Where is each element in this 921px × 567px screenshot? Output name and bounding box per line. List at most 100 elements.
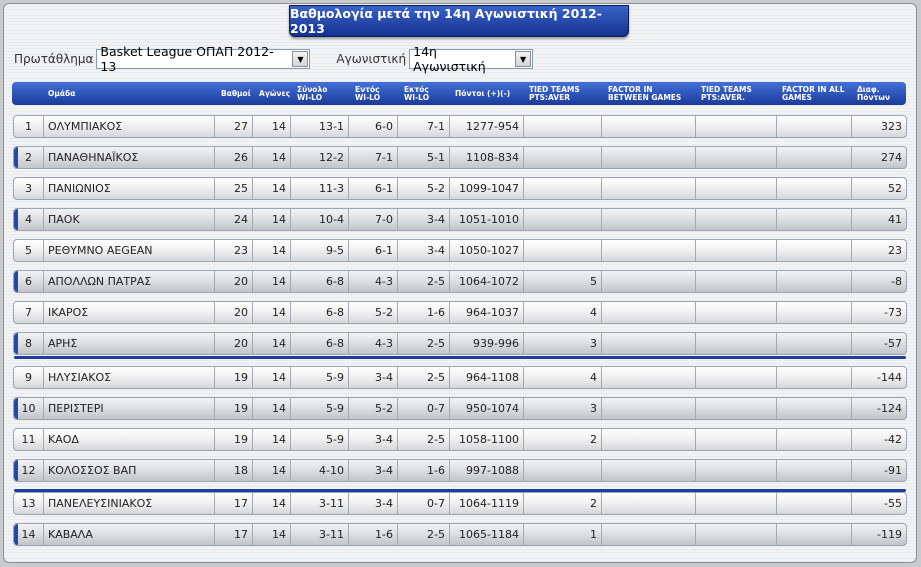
cell-away: 1-6: [398, 302, 450, 323]
col-points: Βαθμοί: [221, 88, 251, 98]
table-row: 10 ΠΕΡΙΣΤΕΡΙ 19 14 5-9 5-2 0-7 950-1074 3 -124: [13, 397, 907, 420]
cell-diff: 274: [881, 151, 902, 164]
cell-empty: [602, 333, 696, 354]
round-label: Αγωνιστική: [336, 52, 407, 66]
cell-empty: [696, 178, 777, 199]
cell-away: 2-5: [398, 429, 450, 450]
cell-tied: 4: [524, 302, 602, 323]
cell-points: 27: [215, 116, 253, 137]
cell-points: 24: [215, 209, 253, 230]
cell-team: ΠΑΟΚ: [44, 209, 215, 230]
cell-total: 3-11: [291, 493, 349, 514]
cell-points: 26: [215, 147, 253, 168]
cell-pos: 3: [14, 178, 44, 199]
cell-empty: [602, 302, 696, 323]
cell-total: 10-4: [291, 209, 349, 230]
col-diff: Διαφ. Πόντων: [857, 84, 890, 102]
cell-tied: 2: [524, 429, 602, 450]
table-row: 6 ΑΠΟΛΛΩΝ ΠΑΤΡΑΣ 20 14 6-8 4-3 2-5 1064-1072 5 -8: [13, 270, 907, 293]
table-row: 14 ΚΑΒΑΛΑ 17 14 3-11 1-6 2-5 1065-1184 1 -119: [13, 523, 907, 546]
cell-home: 4-3: [349, 333, 398, 354]
league-select-value: Basket League ΟΠΑΠ 2012-13: [100, 44, 274, 74]
chevron-down-icon[interactable]: ▼: [515, 51, 532, 67]
cell-scores: 1065-1184: [450, 524, 524, 545]
cell-total: 5-9: [291, 398, 349, 419]
table-row: 7 ΙΚΑΡΟΣ 20 14 6-8 5-2 1-6 964-1037 4 -73: [13, 301, 907, 324]
col-scores: Πόντοι (+)(-): [455, 88, 511, 98]
cell-tied: 5: [524, 271, 602, 292]
cell-home: 7-1: [349, 147, 398, 168]
cell-games: 14: [253, 524, 291, 545]
cell-points: 17: [215, 493, 253, 514]
cell-home: 6-1: [349, 178, 398, 199]
col-away: Εκτός WI-LO: [404, 84, 430, 102]
cell-tied: [524, 209, 602, 230]
cell-pos: 8: [14, 333, 44, 354]
cell-team: ΙΚΑΡΟΣ: [44, 302, 215, 323]
cell-scores: 964-1108: [450, 367, 524, 388]
cell-total: 4-10: [291, 460, 349, 481]
cell-points: 19: [215, 367, 253, 388]
cell-scores: 950-1074: [450, 398, 524, 419]
cell-total: 6-8: [291, 302, 349, 323]
table-row: 13 ΠΑΝΕΛΕΥΣΙΝΙΑΚΟΣ 17 14 3-11 3-4 0-7 1064-1119…: [13, 489, 907, 515]
cell-diff: 323: [881, 120, 902, 133]
cell-tied: 1: [524, 524, 602, 545]
round-select[interactable]: 14η Αγωνιστική ▼: [409, 44, 534, 74]
cell-pos: 10: [14, 398, 44, 419]
page-title: Βαθμολογία μετά την 14η Αγωνιστική 2012-…: [289, 5, 629, 37]
cell-games: 14: [253, 209, 291, 230]
cell-diff: -42: [884, 433, 902, 446]
table-row: 3 ΠΑΝΙΩΝΙΟΣ 25 14 11-3 6-1 5-2 1099-1047 52: [13, 177, 907, 200]
cell-points: 19: [215, 429, 253, 450]
col-games: Αγώνες: [259, 88, 291, 98]
cell-diff: -73: [884, 306, 902, 319]
cell-empty: [777, 524, 852, 545]
league-select[interactable]: Basket League ΟΠΑΠ 2012-13 ▼: [96, 44, 311, 74]
col-factor-between: FACTOR IN BETWEEN GAMES: [608, 84, 682, 102]
cell-team: ΗΛΥΣΙΑΚΟΣ: [44, 367, 215, 388]
cell-empty: [602, 460, 696, 481]
cell-empty: [696, 240, 777, 261]
cell-diff: -8: [891, 275, 902, 288]
col-home: Εντός WI-LO: [355, 84, 381, 102]
cell-pos: 1: [14, 116, 44, 137]
cell-empty: [777, 147, 852, 168]
cell-scores: 997-1088: [450, 460, 524, 481]
cell-empty: [696, 429, 777, 450]
cell-total: 6-8: [291, 333, 349, 354]
cell-diff: -57: [884, 337, 902, 350]
col-factor-all: FACTOR IN ALL GAMES: [782, 84, 845, 102]
cell-away: 3-4: [398, 209, 450, 230]
cell-empty: [777, 240, 852, 261]
cell-games: 14: [253, 271, 291, 292]
cell-empty: [696, 524, 777, 545]
cell-tied: [524, 240, 602, 261]
cell-empty: [777, 460, 852, 481]
cell-empty: [777, 178, 852, 199]
cell-home: 6-0: [349, 116, 398, 137]
cell-scores: 1064-1072: [450, 271, 524, 292]
cell-scores: 1064-1119: [450, 493, 524, 514]
cell-away: 2-5: [398, 271, 450, 292]
cell-away: 2-5: [398, 333, 450, 354]
cell-empty: [602, 524, 696, 545]
cell-pos: 6: [14, 271, 44, 292]
cell-total: 13-1: [291, 116, 349, 137]
cell-team: ΚΑΒΑΛΑ: [44, 524, 215, 545]
table-row: 5 ΡΕΘΥΜΝΟ AEGEAN 23 14 9-5 6-1 3-4 1050-1027 23: [13, 239, 907, 262]
cell-tied: 3: [524, 398, 602, 419]
cell-games: 14: [253, 302, 291, 323]
cell-empty: [696, 398, 777, 419]
round-select-value: 14η Αγωνιστική: [413, 44, 486, 74]
cell-diff: 52: [888, 182, 902, 195]
cell-empty: [602, 147, 696, 168]
cell-pos: 2: [14, 147, 44, 168]
cell-games: 14: [253, 367, 291, 388]
chevron-down-icon[interactable]: ▼: [292, 51, 309, 67]
cell-empty: [777, 333, 852, 354]
cell-home: 5-2: [349, 302, 398, 323]
cell-away: 2-5: [398, 524, 450, 545]
cell-empty: [602, 429, 696, 450]
cell-points: 25: [215, 178, 253, 199]
